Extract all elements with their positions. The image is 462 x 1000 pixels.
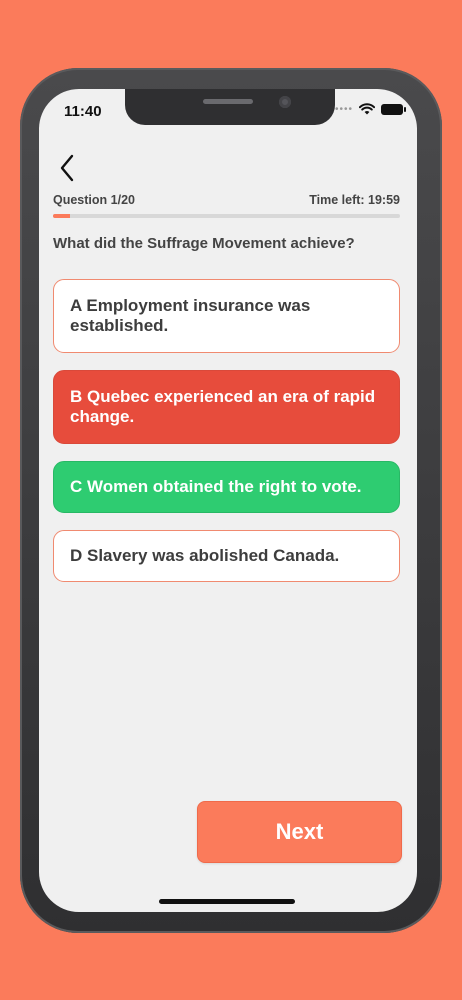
time-left: Time left: 19:59 bbox=[309, 193, 400, 207]
option-a-label: A Employment insurance was established. bbox=[70, 296, 311, 335]
option-b-label: B Quebec experienced an era of rapid cha… bbox=[70, 387, 376, 426]
option-c-label: C Women obtained the right to vote. bbox=[70, 477, 362, 496]
progress-fill bbox=[53, 214, 71, 218]
app-screen: 11:40 •••• Question 1/20 Time left: 19:5… bbox=[39, 89, 417, 912]
signal-icon: •••• bbox=[334, 103, 353, 115]
answer-options: A Employment insurance was established. … bbox=[53, 279, 400, 599]
option-d-button[interactable]: D Slavery was abolished Canada. bbox=[53, 530, 400, 582]
battery-icon bbox=[381, 103, 406, 115]
option-a-button[interactable]: A Employment insurance was established. bbox=[53, 279, 400, 353]
status-icons: •••• bbox=[334, 103, 406, 115]
home-indicator[interactable] bbox=[159, 899, 295, 904]
speaker-grille bbox=[203, 99, 253, 104]
option-c-button[interactable]: C Women obtained the right to vote. bbox=[53, 461, 400, 513]
status-time: 11:40 bbox=[64, 103, 102, 120]
progress-bar bbox=[53, 214, 400, 218]
wifi-icon bbox=[359, 103, 375, 115]
back-chevron-icon[interactable] bbox=[57, 153, 79, 183]
option-b-button[interactable]: B Quebec experienced an era of rapid cha… bbox=[53, 370, 400, 444]
notch bbox=[125, 89, 335, 125]
next-button[interactable]: Next bbox=[197, 801, 402, 863]
question-counter: Question 1/20 bbox=[53, 193, 135, 207]
front-camera-icon bbox=[279, 96, 291, 108]
next-button-label: Next bbox=[275, 819, 324, 844]
question-text: What did the Suffrage Movement achieve? bbox=[53, 235, 355, 252]
option-d-label: D Slavery was abolished Canada. bbox=[70, 546, 340, 565]
